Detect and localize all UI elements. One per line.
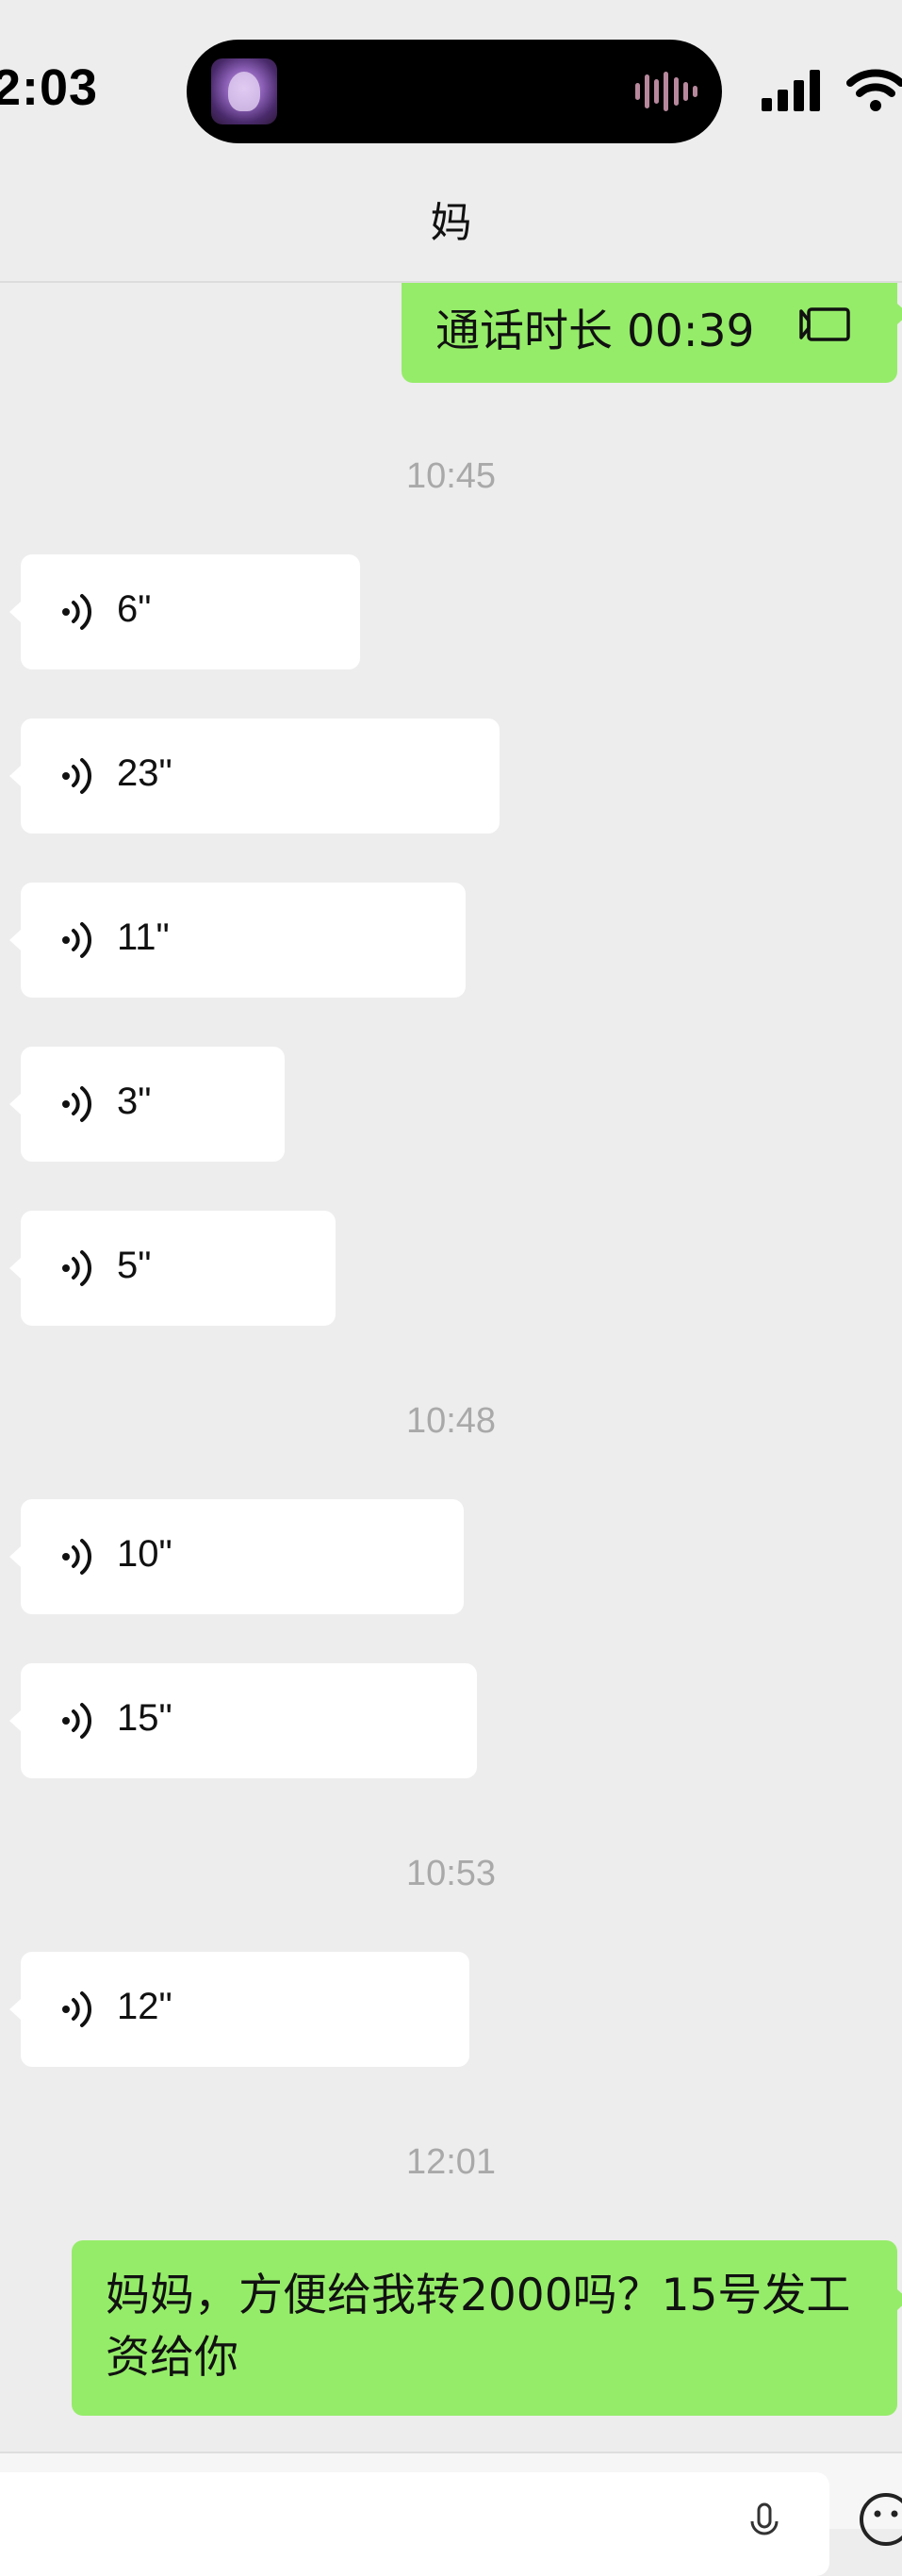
voice-wave-icon (62, 758, 92, 794)
timestamp: 10:53 (405, 1854, 497, 1893)
emoji-icon[interactable] (858, 2491, 902, 2548)
now-playing-artwork (211, 58, 277, 124)
input-bar (0, 2452, 902, 2576)
voice-message-bubble[interactable]: 5" (9, 1211, 336, 1326)
voice-duration: 12" (117, 1986, 172, 2027)
timestamp: 12:01 (405, 2142, 497, 2182)
call-record-bubble[interactable]: 通话时长 00:39 (402, 283, 902, 383)
voice-message-bubble[interactable]: 11" (9, 883, 466, 998)
voice-duration: 15" (117, 1697, 172, 1739)
timestamp: 10:45 (405, 456, 497, 496)
voice-message-bubble[interactable]: 15" (9, 1663, 477, 1778)
voice-message-bubble[interactable]: 12" (9, 1952, 469, 2067)
chat-message-list[interactable]: 通话时长 00:39 10:45 6" 23" 11" 3" 5" 10:48 … (0, 283, 902, 2461)
voice-duration: 6" (117, 588, 152, 630)
voice-message-bubble[interactable]: 6" (9, 554, 360, 669)
timestamp: 10:48 (405, 1401, 497, 1441)
microphone-icon[interactable] (745, 2502, 784, 2542)
voice-wave-icon (62, 1703, 92, 1739)
dynamic-island[interactable] (187, 40, 722, 143)
voice-duration: 10" (117, 1533, 172, 1575)
video-call-icon (799, 307, 850, 341)
voice-message-bubble[interactable]: 3" (9, 1047, 285, 1162)
text-message-bubble[interactable]: 妈妈，方便给我转2000吗？15号发工资给你 (72, 2240, 902, 2416)
voice-wave-icon (62, 922, 92, 958)
chat-header: 妈 (0, 170, 902, 283)
call-duration-text: 通话时长 00:39 (435, 305, 755, 357)
voice-message-bubble[interactable]: 23" (9, 718, 500, 834)
chat-title[interactable]: 妈 (0, 189, 902, 249)
voice-wave-icon (62, 1086, 92, 1122)
voice-message-bubble[interactable]: 10" (9, 1499, 464, 1614)
voice-wave-icon (62, 594, 92, 630)
message-text: 妈妈，方便给我转2000吗？15号发工资给你 (106, 2270, 851, 2384)
message-input[interactable] (0, 2472, 829, 2576)
audio-waveform-icon (635, 72, 697, 111)
voice-wave-icon (62, 1991, 92, 2027)
voice-wave-icon (62, 1539, 92, 1575)
wifi-icon (846, 69, 902, 111)
status-time: 2:03 (0, 59, 99, 116)
voice-duration: 5" (117, 1245, 152, 1286)
status-bar: 2:03 (0, 0, 902, 198)
voice-wave-icon (62, 1250, 92, 1286)
voice-duration: 23" (117, 752, 172, 794)
cellular-signal-icon (762, 70, 820, 111)
voice-duration: 11" (117, 916, 170, 958)
voice-duration: 3" (117, 1081, 152, 1122)
